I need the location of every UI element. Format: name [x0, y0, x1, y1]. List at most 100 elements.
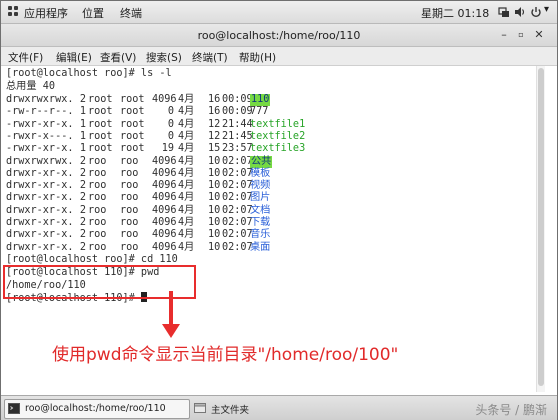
menu-help[interactable]: 帮助(H) — [239, 50, 276, 65]
entry-filename: 桌面 — [250, 241, 271, 253]
entry-month: 4月 — [178, 94, 195, 105]
menu-search[interactable]: 搜索(S) — [146, 50, 182, 65]
ls-entry-row: drwxr-xr-x. 2 roo roo 4096 4月 10 02:07 文档 — [6, 205, 336, 217]
menu-view[interactable]: 查看(V) — [100, 50, 136, 65]
entry-links: 2 — [79, 229, 86, 241]
entry-size: 0 — [167, 118, 174, 130]
entry-time: 02:07 — [222, 217, 253, 228]
entry-owner: roo — [88, 167, 107, 179]
places-menu[interactable]: 位置 — [82, 5, 104, 21]
entry-day: 16 — [208, 94, 221, 105]
entry-day: 10 — [208, 180, 221, 192]
screenshot-frame: 应用程序 位置 终端 星期二 01:18 ▾ roo@localhost:/ho… — [0, 0, 558, 420]
ls-entry-row: -rw-r--r--. 1 root root 0 4月 16 00:09 777 — [6, 106, 336, 118]
entry-perm: drwxr-xr-x. — [6, 229, 74, 241]
entry-month: 4月 — [178, 106, 195, 118]
entry-size: 0 — [167, 106, 174, 118]
entry-day: 10 — [208, 204, 221, 216]
entry-perm: drwxr-xr-x. — [6, 217, 74, 228]
entry-day: 10 — [208, 229, 221, 241]
entry-group: root — [120, 143, 145, 155]
taskbar-terminal-window[interactable]: roo@localhost:/home/roo/110 — [4, 399, 190, 419]
entry-group: roo — [120, 241, 139, 253]
total-line: 总用量 40 — [6, 81, 55, 92]
entry-filename: 音乐 — [250, 229, 271, 241]
ls-entry-row: drwxrwxrwx. 2 root root 4096 4月 16 00:09 110 — [6, 94, 336, 106]
scrollbar-thumb[interactable] — [538, 68, 544, 386]
entry-month: 4月 — [178, 130, 195, 142]
entry-filename: 777 — [250, 106, 269, 118]
entry-perm: drwxr-xr-x. — [6, 204, 74, 216]
entry-size: 4096 — [152, 192, 177, 204]
entry-filename: 110 — [250, 94, 271, 106]
window-title-bar[interactable]: roo@localhost:/home/roo/110 – ▫ ✕ — [1, 24, 557, 47]
system-menu-arrow-icon[interactable]: ▾ — [544, 4, 549, 15]
entry-perm: -rw-r--r--. — [6, 106, 74, 118]
entry-size: 4096 — [152, 94, 177, 105]
entry-day: 10 — [208, 217, 221, 228]
entry-owner: root — [88, 118, 113, 130]
applications-menu[interactable]: 应用程序 — [24, 5, 68, 21]
entry-owner: roo — [88, 229, 107, 241]
entry-day: 12 — [208, 130, 221, 142]
entry-perm: drwxrwxrwx. — [6, 155, 74, 167]
entry-links: 2 — [79, 155, 86, 167]
network-icon[interactable] — [498, 6, 510, 18]
taskbar-terminal-label: roo@localhost:/home/roo/110 — [25, 403, 166, 414]
entry-links: 1 — [79, 143, 86, 155]
entry-group: root — [120, 106, 145, 118]
entry-filename: textfile3 — [250, 143, 306, 155]
entry-time: 02:07 — [222, 167, 253, 179]
entry-time: 02:07 — [222, 229, 253, 241]
entry-filename: 图片 — [250, 192, 271, 204]
ls-entry-row: -rwxr-x---. 1 root root 0 4月 12 21:45 textfile2 — [6, 131, 336, 143]
entry-size: 4096 — [152, 217, 177, 228]
entry-owner: roo — [88, 155, 107, 167]
entry-time: 02:07 — [222, 180, 253, 192]
entry-perm: -rwxr-xr-x. — [6, 143, 74, 155]
prompt-ls-line: [root@localhost roo]# ls -l — [6, 68, 172, 79]
menu-terminal[interactable]: 终端(T) — [192, 50, 228, 65]
entry-links: 2 — [79, 167, 86, 179]
entry-group: roo — [120, 180, 139, 192]
power-icon[interactable] — [530, 6, 542, 18]
window-title: roo@localhost:/home/roo/110 — [197, 29, 361, 42]
menu-bar: 文件(F) 编辑(E) 查看(V) 搜索(S) 终端(T) 帮助(H) — [1, 47, 557, 66]
menu-edit[interactable]: 编辑(E) — [56, 50, 92, 65]
volume-icon[interactable] — [514, 6, 526, 18]
entry-owner: roo — [88, 241, 107, 253]
taskbar-files-window[interactable]: 主文件夹 — [191, 399, 341, 417]
entry-filename: 公共 — [250, 155, 273, 168]
entry-size: 4096 — [152, 204, 177, 216]
file-manager-icon — [194, 403, 206, 413]
entry-size: 4096 — [152, 180, 177, 192]
entry-time: 02:07 — [222, 204, 253, 216]
close-button[interactable]: ✕ — [533, 29, 545, 41]
entry-day: 10 — [208, 192, 221, 204]
entry-group: roo — [120, 192, 139, 204]
entry-owner: root — [88, 130, 113, 142]
ls-entry-row: drwxr-xr-x. 2 roo roo 4096 4月 10 02:07 图片 — [6, 192, 336, 204]
entry-month: 4月 — [178, 155, 195, 167]
entry-time: 21:44 — [222, 118, 253, 130]
minimize-button[interactable]: – — [498, 29, 510, 41]
entry-perm: drwxr-xr-x. — [6, 180, 74, 192]
entry-filename: 模板 — [250, 167, 271, 179]
entry-perm: drwxr-xr-x. — [6, 192, 74, 204]
applications-icon[interactable] — [8, 6, 19, 17]
ls-entry-row: -rwxr-xr-x. 1 root root 0 4月 12 21:44 textfile1 — [6, 119, 336, 131]
entry-size: 4096 — [152, 241, 177, 253]
maximize-button[interactable]: ▫ — [515, 29, 527, 41]
entry-owner: roo — [88, 204, 107, 216]
entry-day: 16 — [208, 106, 221, 118]
terminal-scrollbar[interactable] — [536, 66, 545, 392]
entry-filename: 下载 — [250, 217, 271, 228]
terminal-app-menu[interactable]: 终端 — [120, 5, 142, 21]
entry-links: 2 — [79, 180, 86, 192]
gnome-top-bar: 应用程序 位置 终端 星期二 01:18 ▾ — [1, 1, 557, 24]
menu-file[interactable]: 文件(F) — [8, 50, 43, 65]
terminal-icon — [8, 403, 20, 414]
entry-group: roo — [120, 217, 139, 228]
clock[interactable]: 星期二 01:18 — [421, 5, 489, 21]
entry-filename: 文档 — [250, 204, 271, 216]
